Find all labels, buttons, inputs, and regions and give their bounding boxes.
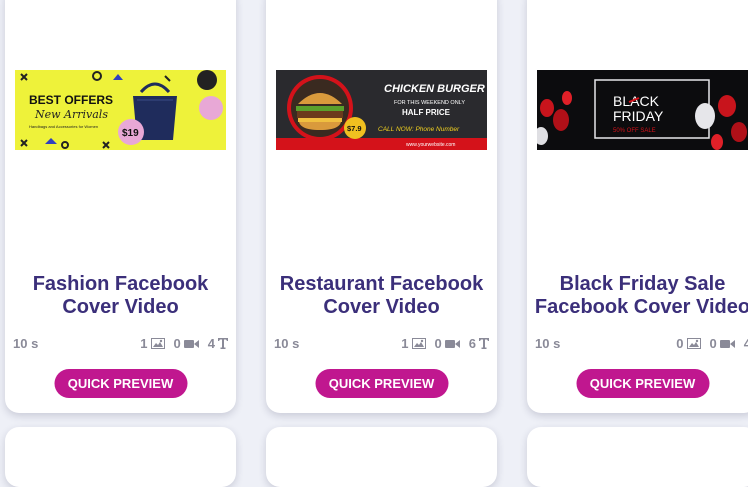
thumb-word-2: FRIDAY xyxy=(613,108,664,124)
template-meta: 10 s 1 0 4 xyxy=(13,336,228,352)
text-icon xyxy=(479,338,489,349)
asset-counts: 1 0 4 xyxy=(140,336,228,351)
thumb-headline: CHICKEN BURGER xyxy=(384,83,485,95)
thumb-cta: CALL NOW: Phone Number xyxy=(378,126,460,133)
thumb-offer: 50% OFF SALE xyxy=(613,128,656,134)
image-count: 1 xyxy=(140,336,148,351)
thumb-subline: FOR THIS WEEKEND ONLY xyxy=(394,100,465,106)
image-icon xyxy=(686,338,701,349)
title-line-1: Restaurant Facebook xyxy=(279,273,484,295)
text-count: 6 xyxy=(468,336,476,351)
template-title[interactable]: Fashion Facebook Cover Video xyxy=(5,273,236,319)
quick-preview-button[interactable]: QUICK PREVIEW xyxy=(315,369,448,398)
asset-counts: 0 0 4 xyxy=(676,336,748,351)
template-card-next-row-1[interactable] xyxy=(5,427,236,487)
title-line-1: Black Friday Sale xyxy=(559,273,726,295)
quick-preview-button[interactable]: QUICK PREVIEW xyxy=(54,369,187,398)
template-thumbnail-black-friday[interactable]: BLACK FRIDAY 50% OFF SALE xyxy=(537,70,748,150)
duration-label: 10 s xyxy=(535,336,561,351)
video-count: 0 xyxy=(434,336,442,351)
template-thumbnail-restaurant[interactable]: $7.9 CHICKEN BURGER FOR THIS WEEKEND ONL… xyxy=(276,70,487,150)
thumb-offer: HALF PRICE xyxy=(402,108,451,117)
asset-counts: 1 0 6 xyxy=(401,336,489,351)
text-count: 4 xyxy=(207,336,215,351)
text-icon xyxy=(218,338,228,349)
thumb-tagline: Handbags and Accessories for Women xyxy=(29,124,98,129)
template-card-fashion[interactable]: BEST OFFERS New Arrivals Handbags and Ac… xyxy=(5,0,236,413)
thumb-price: $7.9 xyxy=(347,124,362,133)
template-meta: 10 s 1 0 6 xyxy=(274,336,489,352)
video-camera-icon xyxy=(719,339,735,349)
title-line-2: Facebook Cover Video xyxy=(534,296,748,318)
video-count: 0 xyxy=(709,336,717,351)
image-icon xyxy=(150,338,165,349)
title-line-1: Fashion Facebook xyxy=(32,273,209,295)
thumb-site: www.yourwebsite.com xyxy=(406,142,455,148)
thumb-word-1: BLACK xyxy=(613,93,660,109)
duration-label: 10 s xyxy=(274,336,300,351)
video-camera-icon xyxy=(444,339,460,349)
template-title[interactable]: Restaurant Facebook Cover Video xyxy=(266,273,497,319)
title-line-2: Cover Video xyxy=(62,296,179,318)
image-count: 1 xyxy=(401,336,409,351)
template-card-next-row-2[interactable] xyxy=(266,427,497,487)
image-icon xyxy=(411,338,426,349)
thumb-headline: BEST OFFERS xyxy=(29,93,113,107)
thumb-price: $19 xyxy=(122,128,139,139)
template-meta: 10 s 0 0 4 xyxy=(535,336,748,352)
video-camera-icon xyxy=(183,339,199,349)
template-card-restaurant[interactable]: $7.9 CHICKEN BURGER FOR THIS WEEKEND ONL… xyxy=(266,0,497,413)
text-count: 4 xyxy=(743,336,748,351)
quick-preview-button[interactable]: QUICK PREVIEW xyxy=(576,369,709,398)
title-line-2: Cover Video xyxy=(323,296,440,318)
video-count: 0 xyxy=(173,336,181,351)
template-card-black-friday[interactable]: BLACK FRIDAY 50% OFF SALE Black Friday S… xyxy=(527,0,748,413)
template-thumbnail-fashion[interactable]: BEST OFFERS New Arrivals Handbags and Ac… xyxy=(15,70,226,150)
template-card-next-row-3[interactable] xyxy=(527,427,748,487)
duration-label: 10 s xyxy=(13,336,39,351)
thumb-subline: New Arrivals xyxy=(34,108,108,121)
template-title[interactable]: Black Friday Sale Facebook Cover Video xyxy=(527,273,748,319)
image-count: 0 xyxy=(676,336,684,351)
